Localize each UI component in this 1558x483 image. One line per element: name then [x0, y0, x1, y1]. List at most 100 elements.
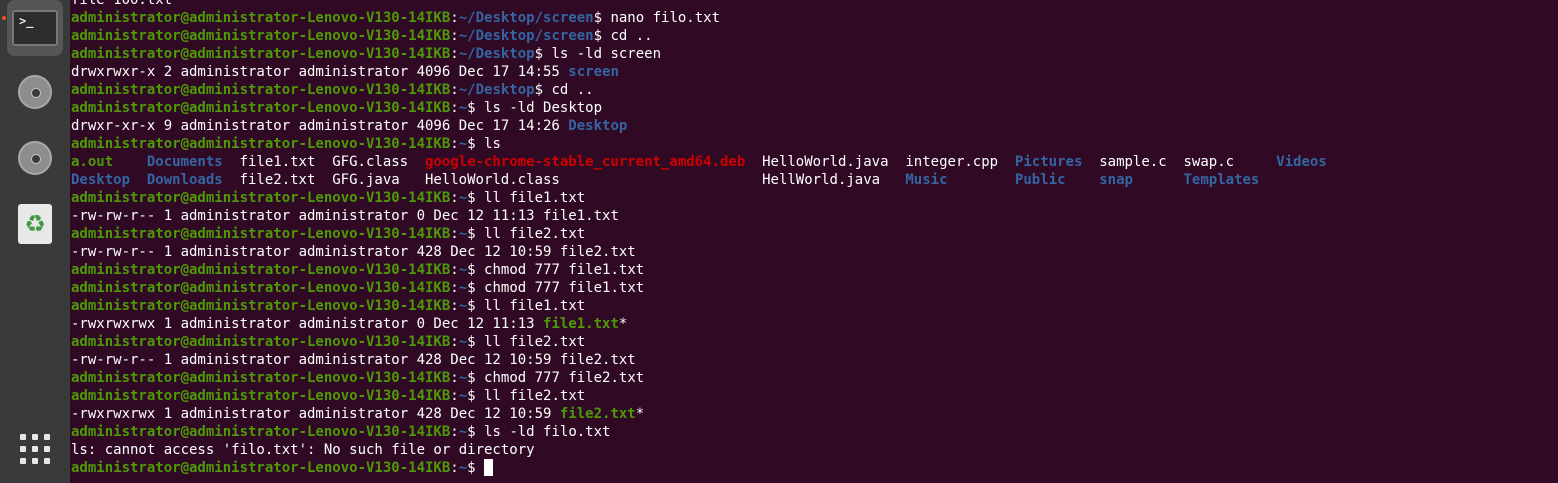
prompt-line: administrator@administrator-Lenovo-V130-… [71, 45, 1558, 63]
prompt-user-host: administrator@administrator-Lenovo-V130-… [71, 46, 451, 62]
prompt-path: ~ [458, 100, 468, 116]
ubuntu-dock: >_ ♻ [0, 0, 70, 483]
listing-entry: HelloWorld.java [762, 154, 889, 170]
output-line: drwxr-xr-x 9 administrator administrator… [71, 117, 1558, 135]
prompt-user-host: administrator@administrator-Lenovo-V130-… [71, 388, 451, 404]
command-text: ls [484, 136, 501, 152]
command-text: ll file2.txt [484, 226, 586, 242]
listing-entry: Downloads [146, 172, 223, 188]
dock-show-applications[interactable] [7, 421, 63, 477]
listing-entry: Templates [1183, 172, 1260, 188]
command-text: ls -ld screen [551, 46, 662, 62]
prompt-line: administrator@administrator-Lenovo-V130-… [71, 261, 1558, 279]
listing-entry-dir: Desktop [568, 118, 628, 134]
running-indicator [2, 16, 6, 20]
listing-entry: snap [1099, 172, 1133, 188]
prompt-user-host: administrator@administrator-Lenovo-V130-… [71, 460, 451, 476]
prompt-symbol: $ [467, 136, 485, 152]
prompt-colon: : [450, 388, 459, 404]
prompt-user-host: administrator@administrator-Lenovo-V130-… [71, 226, 451, 242]
prompt-symbol: $ [467, 262, 485, 278]
prompt-line: administrator@administrator-Lenovo-V130-… [71, 27, 1558, 45]
terminal-glyph: >_ [19, 14, 34, 28]
prompt-line: administrator@administrator-Lenovo-V130-… [71, 459, 1558, 477]
prompt-user-host: administrator@administrator-Lenovo-V130-… [71, 298, 451, 314]
listing-entry: Documents [146, 154, 223, 170]
listing-entry: sample.c [1099, 154, 1167, 170]
command-text: ls -ld Desktop [484, 100, 603, 116]
prompt-path: ~ [458, 280, 468, 296]
output-text: * [635, 406, 645, 422]
dock-terminal-launcher[interactable]: >_ [7, 0, 63, 56]
dock-trash[interactable]: ♻ [7, 196, 63, 252]
command-text: chmod 777 file1.txt [484, 280, 645, 296]
prompt-path: ~ [458, 424, 468, 440]
prompt-symbol: $ [467, 424, 485, 440]
prompt-line: administrator@administrator-Lenovo-V130-… [71, 135, 1558, 153]
prompt-user-host: administrator@administrator-Lenovo-V130-… [71, 100, 451, 116]
prompt-symbol: $ [534, 46, 552, 62]
disc-icon [18, 75, 52, 109]
output-text: drwxrwxr-x 2 administrator administrator… [71, 64, 569, 80]
prompt-colon: : [450, 460, 459, 476]
prompt-symbol: $ [467, 190, 485, 206]
prompt-line: administrator@administrator-Lenovo-V130-… [71, 189, 1558, 207]
listing-entry: swap.c [1183, 154, 1235, 170]
prompt-path: ~/Desktop/screen [458, 28, 594, 44]
output-line: ls: cannot access 'filo.txt': No such fi… [71, 441, 1558, 459]
listing-entry: GFG.class [332, 154, 409, 170]
prompt-colon: : [450, 280, 459, 296]
prompt-path: ~/Desktop/screen [458, 10, 594, 26]
command-text: ll file1.txt [484, 298, 586, 314]
prompt-colon: : [450, 298, 459, 314]
output-line: -rw-rw-r-- 1 administrator administrator… [71, 207, 1558, 225]
output-text: drwxr-xr-x 9 administrator administrator… [71, 118, 569, 134]
prompt-symbol: $ [534, 82, 552, 98]
prompt-symbol: $ [467, 298, 485, 314]
prompt-colon: : [450, 136, 459, 152]
prompt-line: administrator@administrator-Lenovo-V130-… [71, 423, 1558, 441]
prompt-line: administrator@administrator-Lenovo-V130-… [71, 225, 1558, 243]
ls-listing-row: Desktop Downloads file2.txt GFG.java HelloWo… [71, 171, 1558, 189]
output-text: -rw-rw-r-- 1 administrator administrator… [71, 352, 636, 368]
output-text: file 100.txt [71, 0, 173, 8]
prompt-colon: : [450, 46, 459, 62]
prompt-path: ~ [458, 388, 468, 404]
prompt-line: administrator@administrator-Lenovo-V130-… [71, 81, 1558, 99]
dock-disc-drive-1[interactable] [7, 64, 63, 120]
prompt-path: ~ [458, 460, 468, 476]
prompt-path: ~ [458, 136, 468, 152]
prompt-colon: : [450, 334, 459, 350]
prompt-line: administrator@administrator-Lenovo-V130-… [71, 9, 1558, 27]
prompt-user-host: administrator@administrator-Lenovo-V130-… [71, 334, 451, 350]
listing-entry: Pictures [1014, 154, 1083, 170]
listing-entry: Public [1014, 172, 1066, 188]
prompt-symbol: $ [467, 100, 485, 116]
listing-entry-dir: screen [568, 64, 619, 80]
command-text: ll file2.txt [484, 388, 586, 404]
output-line: file 100.txt [71, 0, 1558, 9]
listing-entry: google-chrome-stable_current_amd64.deb [424, 154, 746, 170]
output-text: ls: cannot access 'filo.txt': No such fi… [71, 442, 535, 458]
prompt-colon: : [450, 10, 459, 26]
terminal-icon: >_ [12, 10, 58, 46]
prompt-path: ~ [458, 190, 468, 206]
output-text: -rwxrwxrwx 1 administrator administrator… [71, 316, 544, 332]
output-text: -rwxrwxrwx 1 administrator administrator… [71, 406, 560, 422]
output-text: * [618, 316, 628, 332]
prompt-colon: : [450, 262, 459, 278]
prompt-user-host: administrator@administrator-Lenovo-V130-… [71, 28, 451, 44]
prompt-symbol: $ [467, 334, 485, 350]
listing-entry: integer.cpp [905, 154, 999, 170]
prompt-line: administrator@administrator-Lenovo-V130-… [71, 333, 1558, 351]
prompt-symbol: $ [467, 280, 485, 296]
terminal-output[interactable]: file 100.txt administrator@administrator-… [71, 0, 1558, 477]
prompt-symbol: $ [593, 28, 611, 44]
dock-disc-drive-2[interactable] [7, 130, 63, 186]
prompt-colon: : [450, 100, 459, 116]
listing-entry: Music [905, 172, 948, 188]
output-line: -rwxrwxrwx 1 administrator administrator… [71, 315, 1558, 333]
prompt-user-host: administrator@administrator-Lenovo-V130-… [71, 424, 451, 440]
trash-icon: ♻ [18, 204, 52, 244]
output-line: -rwxrwxrwx 1 administrator administrator… [71, 405, 1558, 423]
